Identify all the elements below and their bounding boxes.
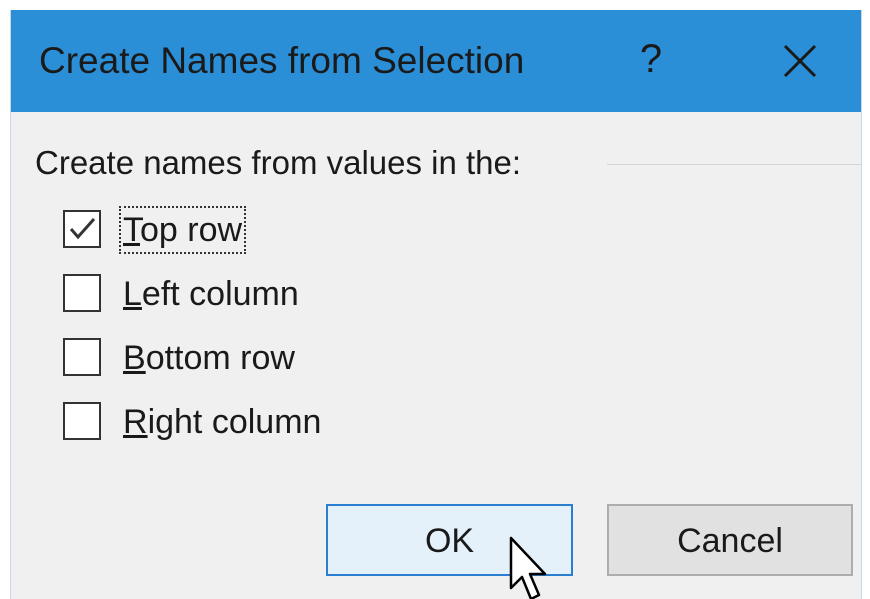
right-column-label: Right column bbox=[123, 403, 322, 441]
top-row-label: Top row bbox=[118, 206, 247, 254]
close-button[interactable] bbox=[779, 40, 821, 82]
bottom-row-checkbox[interactable] bbox=[63, 338, 101, 376]
top-row-checkbox[interactable] bbox=[63, 210, 101, 248]
left-column-checkbox[interactable] bbox=[63, 274, 101, 312]
create-names-dialog: Create Names from Selection ? Create nam… bbox=[10, 10, 862, 599]
mouse-cursor-icon bbox=[509, 536, 547, 599]
help-button[interactable]: ? bbox=[633, 36, 669, 82]
dialog-titlebar[interactable]: Create Names from Selection ? bbox=[11, 10, 861, 112]
close-icon bbox=[783, 44, 817, 78]
group-divider bbox=[607, 164, 861, 165]
group-label: Create names from values in the: bbox=[35, 144, 522, 181]
dialog-title: Create Names from Selection bbox=[39, 40, 525, 81]
bottom-row-label: Bottom row bbox=[123, 339, 295, 377]
checkmark-icon bbox=[69, 218, 96, 240]
left-column-label: Left column bbox=[123, 275, 299, 313]
cancel-button[interactable]: Cancel bbox=[607, 504, 853, 576]
right-column-checkbox[interactable] bbox=[63, 402, 101, 440]
